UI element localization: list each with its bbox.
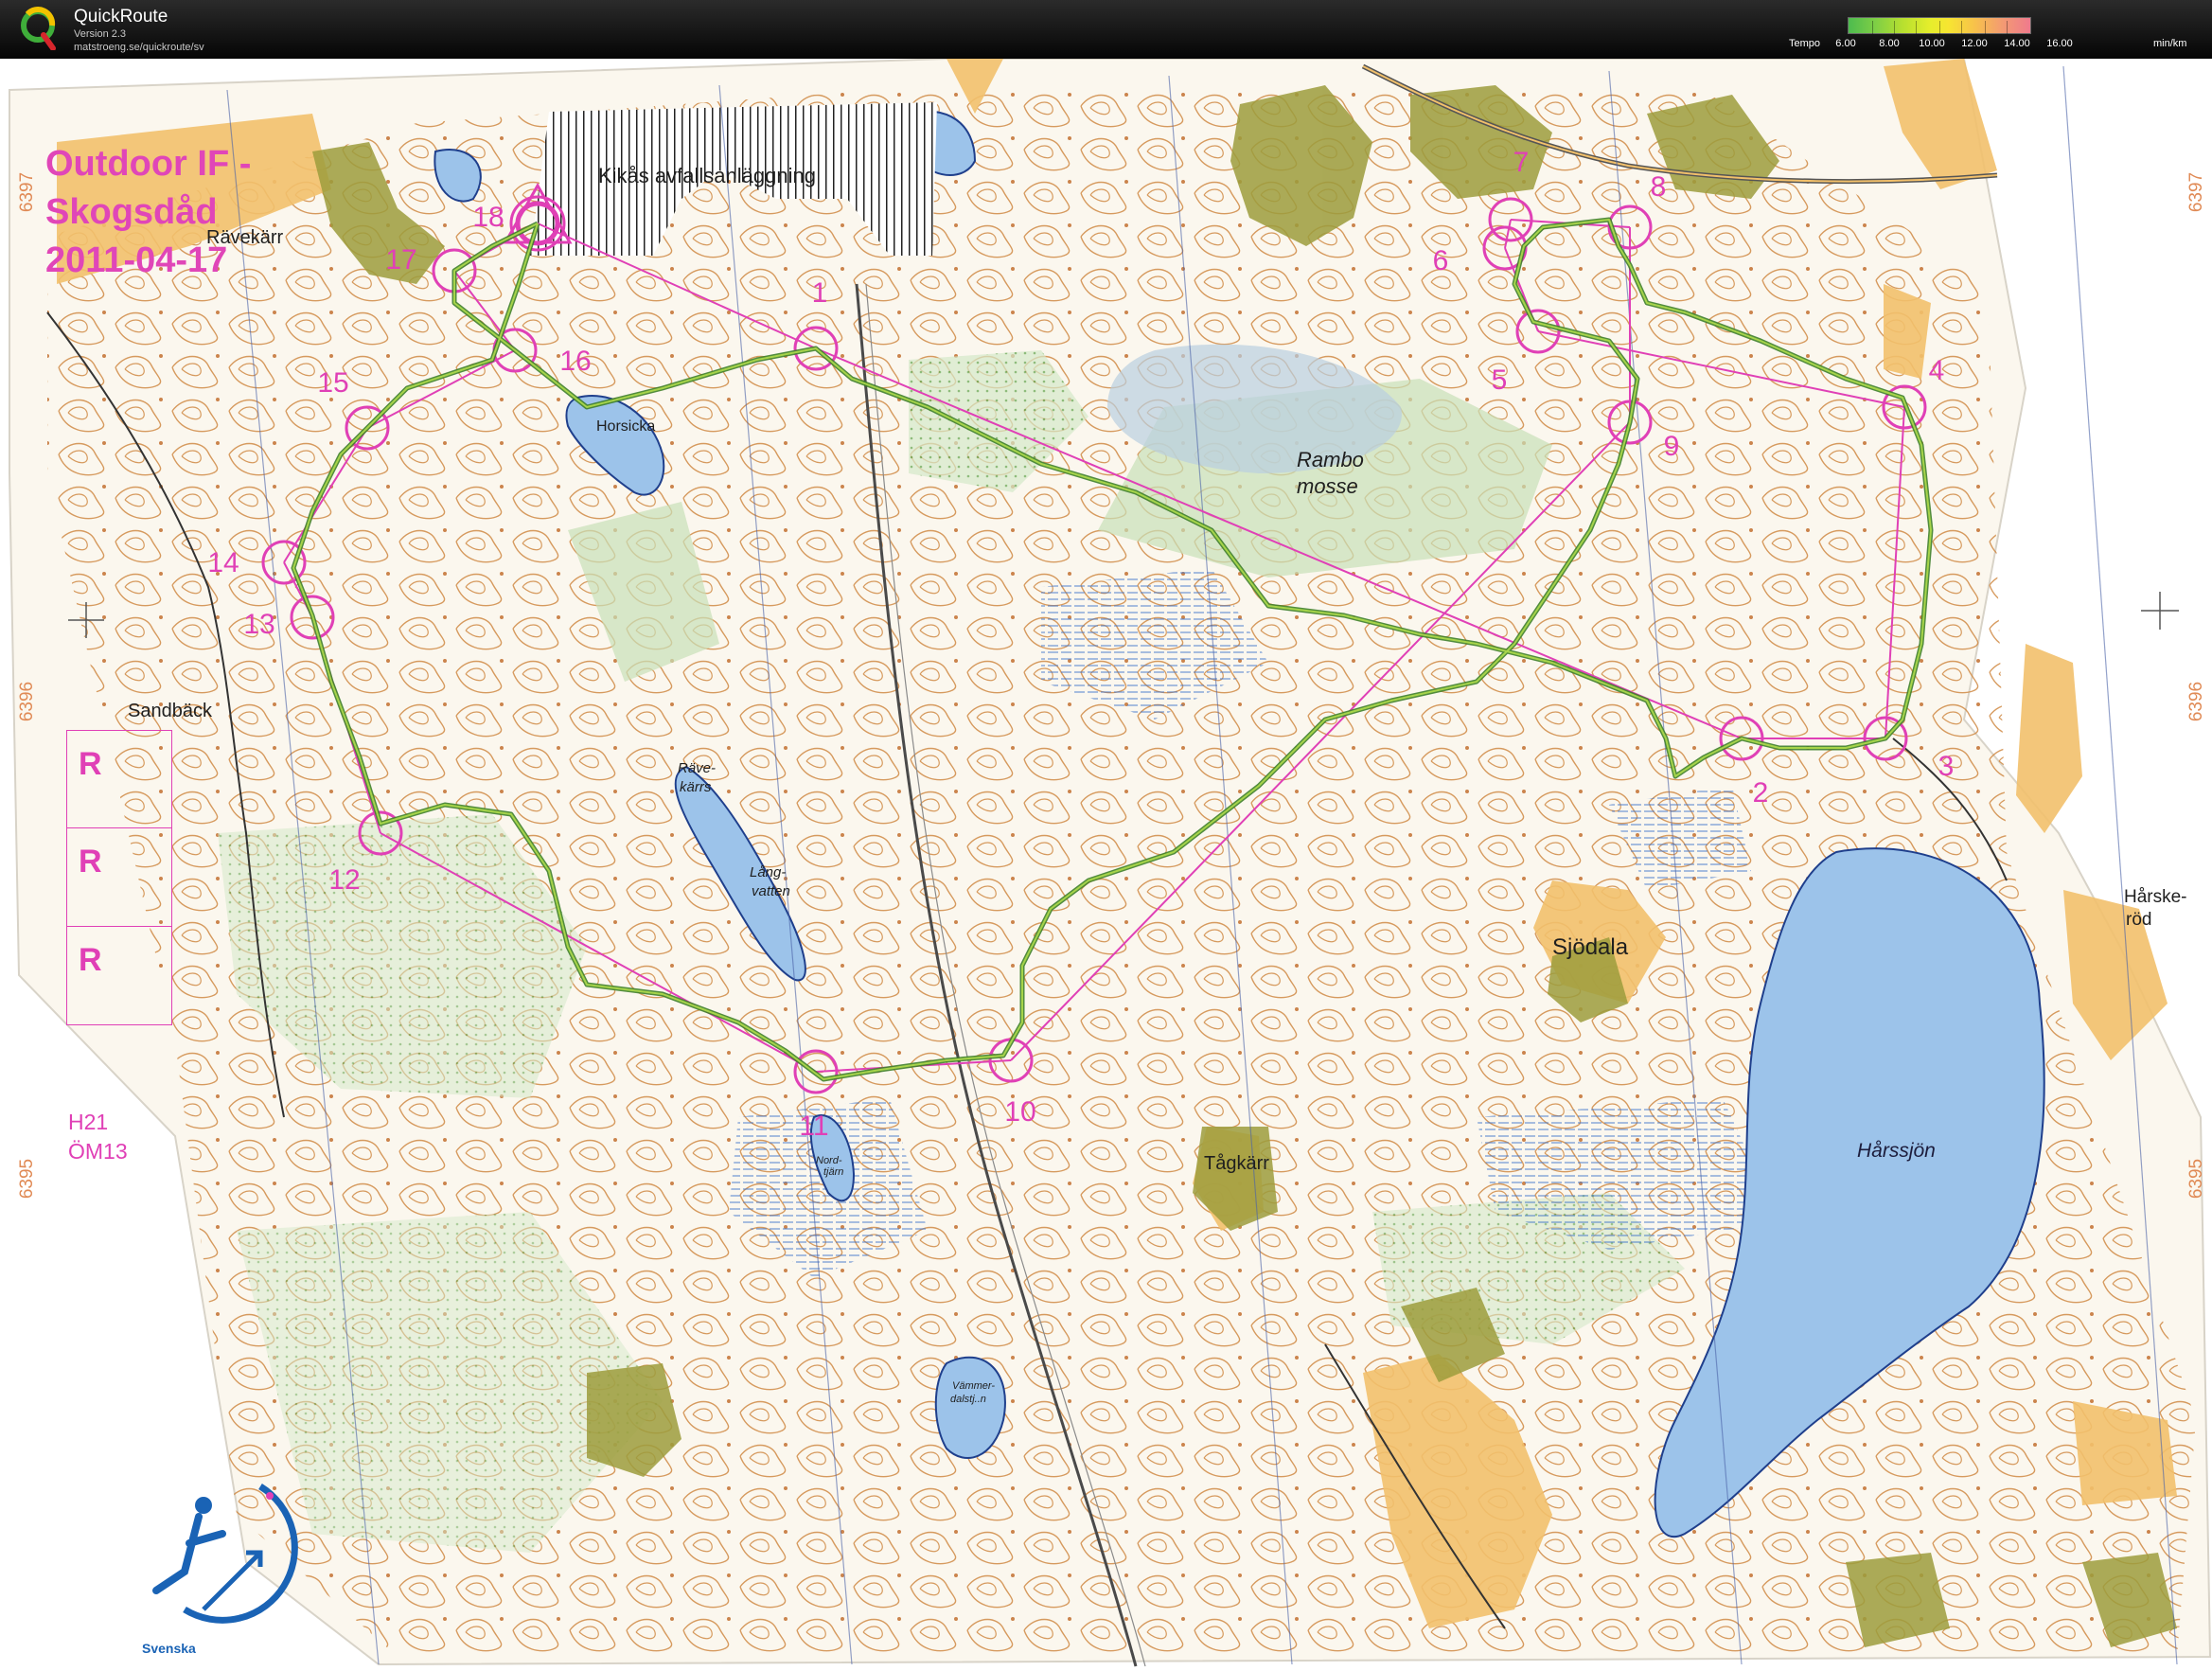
control-number: 18 (472, 202, 504, 233)
control-number: 1 (811, 277, 828, 309)
grid-number: 6397 (17, 171, 38, 213)
place-ravekarrs-2: kärrs (680, 779, 712, 795)
place-mosse: mosse (1297, 474, 1358, 498)
tempo-tick: 12.00 (1961, 38, 1988, 49)
tempo-tick: 16.00 (2046, 38, 2073, 49)
control-number: 12 (328, 864, 361, 896)
place-horsicka: Horsicka (596, 418, 656, 435)
app-title: QuickRoute (74, 7, 168, 27)
place-kikas: Kikås avfallsanläggning (598, 164, 816, 187)
place-nordtjarn-1: Nord- (816, 1155, 842, 1166)
control-number: 4 (1928, 355, 1945, 386)
control-number: 7 (1513, 147, 1530, 178)
control-number: 3 (1938, 751, 1955, 782)
reserve-box: R (66, 828, 172, 927)
tempo-tick: 10.00 (1919, 38, 1945, 49)
course-class: H21 ÖM13 (68, 1110, 128, 1164)
control-number: 9 (1663, 431, 1680, 462)
grid-number: 6395 (2186, 1158, 2207, 1200)
place-rambo: Rambo (1297, 448, 1364, 471)
control-number: 13 (243, 609, 275, 640)
app-version: Version 2.3 (74, 28, 127, 40)
control-number: 17 (385, 244, 417, 276)
reserve-boxes: R R R (66, 730, 172, 1025)
control-number: 16 (559, 346, 592, 377)
control-number: 5 (1491, 364, 1508, 396)
tempo-legend: Tempo 6.00 8.00 10.00 12.00 14.00 16.00 … (1789, 15, 2205, 53)
reserve-box: R (66, 730, 172, 828)
place-langvatten-2: vatten (752, 883, 790, 899)
control-number: 10 (1004, 1096, 1036, 1128)
place-sjodala: Sjödala (1552, 934, 1629, 960)
place-harskerod-2: röd (2126, 910, 2152, 930)
control-number: 15 (317, 367, 349, 399)
place-nordtjarn-2: tjärn (823, 1166, 844, 1178)
control-number: 8 (1650, 171, 1667, 203)
control-number: 11 (799, 1111, 829, 1142)
grid-number: 6397 (2186, 171, 2207, 213)
event-title: Outdoor IF - Skogsdåd 2011-04-17 (45, 144, 252, 280)
place-vammerdal-1: Vämmer- (952, 1380, 996, 1392)
quickroute-logo-icon (21, 7, 56, 50)
club-logo-text: Svenska (142, 1641, 196, 1656)
place-sandback: Sandbäck (128, 701, 212, 721)
tempo-tick: 6.00 (1835, 38, 1856, 49)
tempo-label: Tempo (1789, 38, 1821, 49)
place-tagkarr: Tågkärr (1204, 1153, 1269, 1174)
control-number: 14 (207, 547, 239, 578)
place-harssjon: Hårssjön (1857, 1140, 1936, 1162)
place-harskerod-1: Hårske- (2124, 887, 2187, 907)
orienteering-map[interactable]: Outdoor IF - Skogsdåd 2011-04-17 Kikås a… (0, 59, 2212, 1671)
reserve-box: R (66, 927, 172, 1025)
place-vammerdal-2: dalstj..n (950, 1394, 986, 1405)
tempo-color-scale (1848, 17, 2031, 34)
app-url: matstroeng.se/quickroute/sv (74, 42, 204, 53)
tempo-unit: min/km (2153, 38, 2187, 49)
control-number: 2 (1752, 777, 1769, 809)
place-langvatten-1: Lång- (750, 864, 787, 880)
grid-number: 6396 (2186, 681, 2207, 722)
control-number: 6 (1432, 245, 1449, 276)
place-ravekarr: Rävekärr (206, 227, 284, 248)
place-ravekarrs-1: Räve- (678, 760, 717, 776)
grid-number: 6396 (17, 681, 38, 722)
club-logo-icon (152, 1484, 298, 1624)
grid-number: 6395 (17, 1158, 38, 1200)
tempo-tick: 8.00 (1879, 38, 1900, 49)
tempo-tick: 14.00 (2004, 38, 2030, 49)
app-titlebar: QuickRoute Version 2.3 matstroeng.se/qui… (0, 0, 2212, 59)
